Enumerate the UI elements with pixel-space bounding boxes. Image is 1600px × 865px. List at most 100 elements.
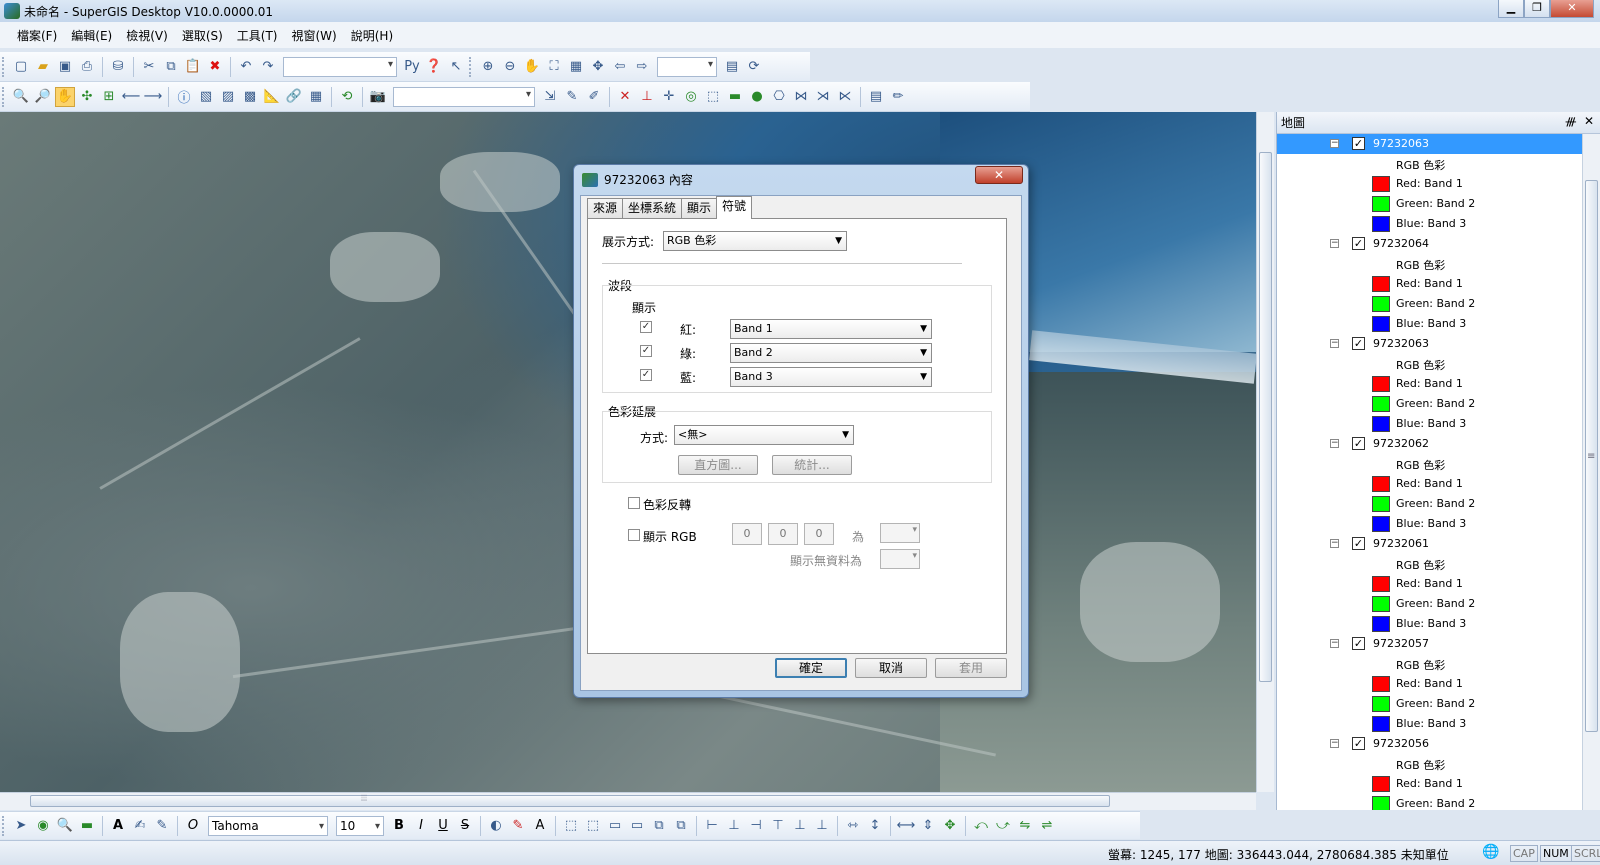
band-color-swatch[interactable] [1372, 676, 1390, 692]
mirror-icon[interactable]: ⎔ [769, 87, 789, 107]
menu-view[interactable]: 檢視(V) [119, 27, 175, 44]
align-bottom-icon[interactable]: ⊥ [812, 816, 832, 836]
green-checkbox[interactable]: ✓ [640, 345, 652, 357]
redo-icon[interactable]: ↷ [258, 57, 278, 77]
map-horizontal-scrollbar[interactable]: ⦙⦙⦙ [0, 792, 1256, 810]
rotate-right-icon[interactable]: ⤻ [993, 816, 1013, 836]
scale-combo[interactable] [283, 56, 397, 77]
align-left-icon[interactable]: ⊢ [702, 816, 722, 836]
zoom-combo[interactable] [657, 56, 717, 77]
rgb-color-combo[interactable] [880, 523, 920, 543]
distribute-h-icon[interactable]: ⇿ [843, 816, 863, 836]
tab-coordinate-system[interactable]: 坐標系統 [622, 198, 683, 219]
align-center-icon[interactable]: ⊥ [724, 816, 744, 836]
band-color-swatch[interactable] [1372, 316, 1390, 332]
layer-row[interactable]: − ✓ 97232057 [1277, 634, 1583, 654]
band-color-swatch[interactable] [1372, 516, 1390, 532]
size-h-icon[interactable]: ⇕ [918, 816, 938, 836]
tab-display[interactable]: 顯示 [681, 198, 718, 219]
pan-icon[interactable]: ✋ [55, 86, 75, 107]
layer-visibility-checkbox[interactable]: ✓ [1352, 137, 1365, 150]
band-color-swatch[interactable] [1372, 696, 1390, 712]
distribute-v-icon[interactable]: ↕ [865, 816, 885, 836]
band-color-swatch[interactable] [1372, 596, 1390, 612]
zoom-in-icon[interactable]: 🔍 [11, 87, 31, 107]
menu-file[interactable]: 檔案(F) [10, 27, 64, 44]
rotate-icon[interactable]: ◉ [33, 816, 53, 836]
menu-edit[interactable]: 編輯(E) [64, 27, 119, 44]
ok-button[interactable]: 確定 [775, 658, 847, 678]
copy-icon[interactable]: ⧉ [161, 57, 181, 77]
map-vertical-scrollbar[interactable] [1256, 112, 1274, 792]
band-color-swatch[interactable] [1372, 776, 1390, 792]
collapse-icon[interactable]: − [1330, 739, 1339, 748]
fill-color-icon[interactable]: ◐ [486, 816, 506, 836]
cancel-button[interactable]: 取消 [855, 658, 927, 678]
band-color-swatch[interactable] [1372, 416, 1390, 432]
layer-row[interactable]: − ✓ 97232056 [1277, 734, 1583, 754]
layer-visibility-checkbox[interactable]: ✓ [1352, 237, 1365, 250]
statistics-button[interactable]: 統計... [772, 455, 852, 475]
layer-combo[interactable] [393, 86, 535, 107]
blue-band-combo[interactable]: Band 3 ▼ [730, 367, 932, 387]
band-color-swatch[interactable] [1372, 376, 1390, 392]
table-icon[interactable]: ▦ [306, 87, 326, 107]
python-icon[interactable]: Py [402, 57, 422, 77]
panel-close-icon[interactable]: ✕ [1584, 114, 1594, 128]
menu-select[interactable]: 選取(S) [175, 27, 230, 44]
full-view-icon[interactable]: ✣ [77, 87, 97, 107]
prev-extent-icon[interactable]: ⇦ [610, 57, 630, 77]
show-rgb-checkbox[interactable] [628, 529, 640, 541]
collapse-icon[interactable]: − [1330, 339, 1339, 348]
cut-icon[interactable]: ✂ [139, 57, 159, 77]
font-combo[interactable]: Tahoma [208, 815, 328, 836]
extent-icon[interactable]: ▦ [566, 57, 586, 77]
pencil-icon[interactable]: ✏ [888, 87, 908, 107]
front-icon[interactable]: ▭ [605, 816, 625, 836]
rectangle-icon[interactable]: ▬ [77, 816, 97, 836]
pin-icon[interactable]: ᚍ [1566, 115, 1576, 128]
restore-button[interactable]: ❐ [1524, 0, 1550, 18]
red-band-combo[interactable]: Band 1 ▼ [730, 319, 932, 339]
select-arrow-icon[interactable]: ➤ [11, 816, 31, 836]
band-color-swatch[interactable] [1372, 396, 1390, 412]
sketch2-icon[interactable]: ✐ [584, 87, 604, 107]
collapse-icon[interactable]: − [1330, 539, 1339, 548]
layer-row[interactable]: − ✓ 97232062 [1277, 434, 1583, 454]
print-icon[interactable]: ⎙ [77, 57, 97, 77]
layer-row[interactable]: − ✓ 97232061 [1277, 534, 1583, 554]
nodata-color-combo[interactable] [880, 549, 920, 569]
whats-this-icon[interactable]: ↖ [446, 57, 466, 77]
layer-visibility-checkbox[interactable]: ✓ [1352, 637, 1365, 650]
histogram-button[interactable]: 直方圖... [678, 455, 758, 475]
band-color-swatch[interactable] [1372, 476, 1390, 492]
sketch-icon[interactable]: ✎ [562, 87, 582, 107]
rgb-red-value[interactable]: 0 [732, 523, 762, 545]
add-layer-icon[interactable]: ⛁ [108, 57, 128, 77]
rect-icon[interactable]: ▬ [725, 87, 745, 107]
merge-icon[interactable]: ⋈ [791, 87, 811, 107]
layer-row[interactable]: − ✓ 97232064 [1277, 234, 1583, 254]
rgb-blue-value[interactable]: 0 [804, 523, 834, 545]
zoom-icon[interactable]: 🔍 [55, 816, 75, 836]
help-icon[interactable]: ❓ [424, 57, 444, 77]
menu-help[interactable]: 說明(H) [344, 27, 400, 44]
flip-h-icon[interactable]: ⇋ [1015, 816, 1035, 836]
blue-checkbox[interactable]: ✓ [640, 369, 652, 381]
menu-window[interactable]: 視窗(W) [285, 27, 344, 44]
layer-visibility-checkbox[interactable]: ✓ [1352, 337, 1365, 350]
image2-icon[interactable]: ▩ [240, 87, 260, 107]
line-color-icon[interactable]: ✎ [508, 816, 528, 836]
circle-icon[interactable]: ◎ [681, 87, 701, 107]
order2-icon[interactable]: ⧉ [671, 816, 691, 836]
pen-icon[interactable]: ✍ [130, 816, 150, 836]
strike-icon[interactable]: S [455, 816, 475, 836]
display-mode-combo[interactable]: RGB 色彩 ▼ [663, 231, 847, 251]
flip-v-icon[interactable]: ⇌ [1037, 816, 1057, 836]
dialog-close-button[interactable]: ✕ [975, 166, 1023, 184]
band-color-swatch[interactable] [1372, 176, 1390, 192]
band-color-swatch[interactable] [1372, 796, 1390, 810]
apply-button[interactable]: 套用 [935, 658, 1007, 678]
tab-symbology[interactable]: 符號 [716, 196, 753, 219]
hyperlink-icon[interactable]: 🔗 [284, 87, 304, 107]
